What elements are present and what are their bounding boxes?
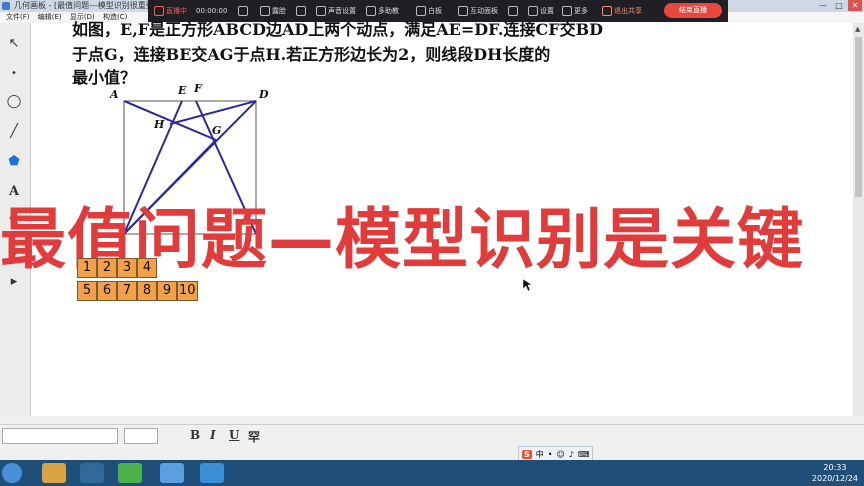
ime-language[interactable]: 中 bbox=[536, 449, 544, 460]
page-button-10[interactable]: 10 bbox=[177, 281, 198, 301]
page-button-6[interactable]: 6 bbox=[97, 281, 117, 301]
label-point-h: H bbox=[154, 118, 165, 131]
taskbar-wechat-icon[interactable] bbox=[118, 463, 142, 483]
label-point-e: E bbox=[178, 84, 187, 97]
label-point-d: D bbox=[259, 88, 269, 101]
label-point-g: G bbox=[212, 124, 222, 137]
mouse-cursor-icon bbox=[522, 278, 532, 292]
page-button-5[interactable]: 5 bbox=[77, 281, 97, 301]
label-point-a: A bbox=[110, 88, 119, 101]
page-button-3[interactable]: 3 bbox=[117, 258, 137, 278]
sogou-logo-icon: S bbox=[522, 449, 532, 459]
bold-button[interactable]: B bbox=[190, 428, 200, 442]
segment-dh[interactable] bbox=[169, 100, 257, 125]
page-button-1[interactable]: 1 bbox=[77, 258, 97, 278]
math-format-button[interactable]: 罕 bbox=[248, 428, 260, 445]
system-clock[interactable]: 20:33 2020/12/24 bbox=[812, 462, 858, 484]
ime-keyboard-icon[interactable]: ⌨ bbox=[578, 450, 590, 459]
ime-mic-icon[interactable]: ♪ bbox=[569, 450, 574, 459]
font-family-select[interactable] bbox=[2, 428, 118, 444]
page-buttons-row-1: 1 2 3 4 bbox=[77, 258, 157, 278]
ime-emoji-icon[interactable]: ☺ bbox=[556, 450, 564, 459]
taskbar-geometry-icon[interactable] bbox=[200, 463, 224, 483]
font-size-select[interactable] bbox=[124, 428, 158, 444]
page-button-2[interactable]: 2 bbox=[97, 258, 117, 278]
clock-time: 20:33 bbox=[823, 463, 847, 472]
windows-taskbar: 20:33 2020/12/24 bbox=[0, 460, 864, 486]
clock-date: 2020/12/24 bbox=[811, 474, 858, 483]
ime-punctuation-icon[interactable]: • bbox=[548, 450, 553, 459]
taskbar-browser-icon[interactable] bbox=[160, 463, 184, 483]
italic-button[interactable]: I bbox=[210, 428, 216, 442]
start-button[interactable] bbox=[2, 463, 22, 483]
page-button-7[interactable]: 7 bbox=[117, 281, 137, 301]
taskbar-app-icon[interactable] bbox=[80, 463, 104, 483]
page-button-9[interactable]: 9 bbox=[157, 281, 177, 301]
underline-button[interactable]: U bbox=[229, 428, 239, 442]
page-button-8[interactable]: 8 bbox=[137, 281, 157, 301]
text-format-bar: B I U 罕 bbox=[0, 424, 864, 447]
segment-ag[interactable] bbox=[123, 100, 217, 141]
label-point-f: F bbox=[194, 82, 202, 95]
taskbar-explorer-icon[interactable] bbox=[42, 463, 66, 483]
page-buttons-row-2: 5 6 7 8 9 10 bbox=[77, 281, 198, 301]
page-button-4[interactable]: 4 bbox=[137, 258, 157, 278]
